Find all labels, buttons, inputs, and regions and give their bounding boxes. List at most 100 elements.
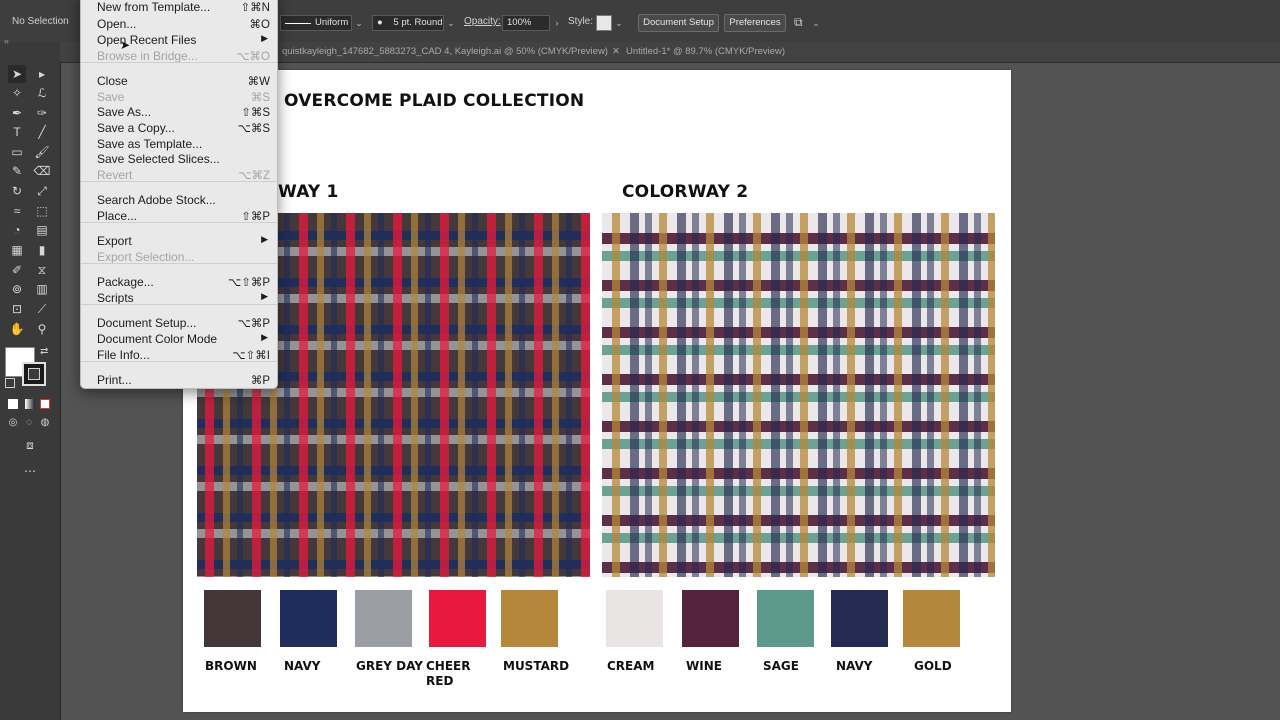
stroke-profile-chevron-icon[interactable]: ⌄ (353, 14, 365, 32)
opacity-arrow-icon[interactable]: › (551, 14, 563, 32)
swatch-navy-2[interactable] (831, 590, 888, 647)
menu-item-save-selected-slices[interactable]: Save Selected Slices... (81, 152, 277, 167)
collapse-panel-icon[interactable]: « (4, 36, 9, 46)
menu-item-open[interactable]: Open... ⌘O (81, 17, 277, 32)
eraser-tool-icon[interactable]: ⌫ (33, 162, 51, 180)
none-mode-icon[interactable] (40, 399, 50, 409)
menu-item-close[interactable]: Close ⌘W (81, 74, 277, 89)
selection-tool-icon[interactable]: ➤ (8, 65, 26, 83)
artboard-tool-icon[interactable]: ⊡ (8, 300, 26, 318)
eyedropper-tool-icon[interactable]: ✐ (8, 261, 26, 279)
menu-item-search-adobe-stock[interactable]: Search Adobe Stock... (81, 193, 277, 208)
menu-item-label: Place... (97, 209, 138, 223)
menu-item-shortcut: ⌥⌘S (237, 123, 270, 135)
menu-separator (81, 62, 277, 63)
opacity-field[interactable]: 100% (502, 15, 550, 31)
tab-close-icon[interactable]: ✕ (612, 42, 620, 62)
column-graph-tool-icon[interactable]: ▥ (33, 280, 51, 298)
swatch-cheer-red[interactable] (429, 590, 486, 647)
mesh-tool-icon[interactable]: ▦ (8, 241, 26, 259)
plaid-vertical-stripe (800, 213, 808, 577)
rotate-tool-icon[interactable]: ↻ (8, 182, 26, 200)
stroke-profile-select[interactable]: Uniform (280, 15, 352, 31)
menu-item-save-as[interactable]: Save As... ⇧⌘S (81, 105, 277, 120)
shape-builder-tool-icon[interactable]: ◔ (8, 221, 26, 239)
menu-item-new-from-template[interactable]: New from Template... ⇧⌘N (81, 0, 277, 15)
direct-selection-tool-icon[interactable]: ▸ (33, 65, 51, 83)
plaid-vertical-stripe (566, 213, 572, 577)
plaid-vertical-stripe (941, 213, 949, 577)
swatch-navy[interactable] (280, 590, 337, 647)
menu-item-document-setup[interactable]: Document Setup... ⌥⌘P (81, 316, 277, 331)
default-colors-icon[interactable] (5, 378, 15, 388)
colorway-2-plaid-pattern[interactable] (602, 213, 995, 577)
preferences-button[interactable]: Preferences (724, 14, 786, 32)
menu-item-save-as-template[interactable]: Save as Template... (81, 137, 277, 152)
rectangle-tool-icon[interactable]: ▭ (8, 143, 26, 161)
document-setup-button[interactable]: Document Setup (638, 14, 719, 32)
gradient-mode-icon[interactable] (25, 399, 35, 409)
width-tool-icon[interactable]: ≈ (8, 202, 26, 220)
artboard[interactable]: OVERCOME PLAID COLLECTION WAY 1 COLORWAY… (183, 70, 1011, 712)
symbol-sprayer-tool-icon[interactable]: ⊚ (8, 280, 26, 298)
arrange-chevron-icon[interactable]: ⌄ (810, 14, 822, 32)
curvature-tool-icon[interactable]: ✑ (33, 104, 51, 122)
free-transform-tool-icon[interactable]: ⬚ (33, 202, 51, 220)
swatch-brown[interactable] (204, 590, 261, 647)
swatch-wine[interactable] (682, 590, 739, 647)
menu-item-label: Save As... (97, 105, 152, 119)
blend-tool-icon[interactable]: ⧖ (33, 261, 51, 279)
menu-item-save-a-copy[interactable]: Save a Copy... ⌥⌘S (81, 121, 277, 136)
plaid-vertical-stripe (458, 213, 465, 577)
menu-item-open-recent-files[interactable]: Open Recent Files ▶ (81, 33, 277, 48)
shaper-tool-icon[interactable]: ✎ (8, 162, 26, 180)
type-tool-icon[interactable]: T (8, 123, 26, 141)
swatch-cream[interactable] (606, 590, 663, 647)
swap-colors-icon[interactable]: ⇄ (40, 346, 48, 357)
style-chevron-icon[interactable]: ⌄ (613, 14, 625, 32)
swatch-sage[interactable] (757, 590, 814, 647)
style-swatch[interactable] (596, 15, 612, 31)
gradient-tool-icon[interactable]: ▮ (33, 241, 51, 259)
menu-item-label: Scripts (97, 291, 134, 305)
lasso-tool-icon[interactable]: ℒ (33, 84, 51, 102)
screen-mode-icon[interactable]: ⧈ (21, 436, 39, 454)
menu-item-print[interactable]: Print... ⌘P (81, 373, 277, 388)
draw-inside-icon[interactable]: ◍ (36, 414, 54, 432)
edit-toolbar-icon[interactable]: ⋯ (21, 462, 39, 480)
swatch-grey-day[interactable] (355, 590, 412, 647)
plaid-vertical-stripe (880, 213, 887, 577)
arrange-documents-icon[interactable]: ⧉ (794, 15, 808, 29)
color-mode-icon[interactable] (8, 399, 18, 409)
slice-tool-icon[interactable]: ⟋ (33, 300, 51, 318)
brush-chevron-icon[interactable]: ⌄ (445, 14, 457, 32)
pen-tool-icon[interactable]: ✒ (8, 104, 26, 122)
swatch-gold[interactable] (903, 590, 960, 647)
tab-untitled-document[interactable]: Untitled-1* @ 89.7% (CMYK/Preview) (626, 42, 785, 62)
plaid-vertical-stripe (865, 213, 874, 577)
plaid-vertical-stripe (706, 213, 714, 577)
menu-item-export[interactable]: Export ▶ (81, 234, 277, 249)
brush-select[interactable]: ● 5 pt. Round (372, 15, 444, 31)
paintbrush-tool-icon[interactable]: 🖌 (33, 143, 51, 161)
menu-item-shortcut: ⌘S (250, 92, 270, 104)
stroke-color-swatch[interactable] (22, 362, 46, 386)
plaid-vertical-stripe (411, 213, 418, 577)
opacity-label[interactable]: Opacity: (464, 16, 501, 27)
scale-tool-icon[interactable]: ⤢ (33, 182, 51, 200)
magic-wand-tool-icon[interactable]: ✧ (8, 84, 26, 102)
perspective-grid-tool-icon[interactable]: ▤ (33, 221, 51, 239)
plaid-vertical-stripe (612, 213, 620, 577)
tab-cad-document[interactable]: quistkayleigh_147682_5883273_CAD 4, Kayl… (282, 42, 608, 62)
plaid-vertical-stripe (284, 213, 290, 577)
menu-item-shortcut: ⌥⇧⌘P (227, 277, 270, 289)
line-tool-icon[interactable]: ╱ (33, 123, 51, 141)
menu-item-document-color-mode[interactable]: Document Color Mode ▶ (81, 332, 277, 347)
hand-tool-icon[interactable]: ✋ (8, 320, 26, 338)
menu-item-package[interactable]: Package... ⌥⇧⌘P (81, 275, 277, 290)
plaid-vertical-stripe (959, 213, 968, 577)
plaid-vertical-stripe (440, 213, 449, 577)
menu-item-label: Search Adobe Stock... (97, 193, 216, 207)
zoom-tool-icon[interactable]: ⚲ (33, 320, 51, 338)
swatch-mustard[interactable] (501, 590, 558, 647)
